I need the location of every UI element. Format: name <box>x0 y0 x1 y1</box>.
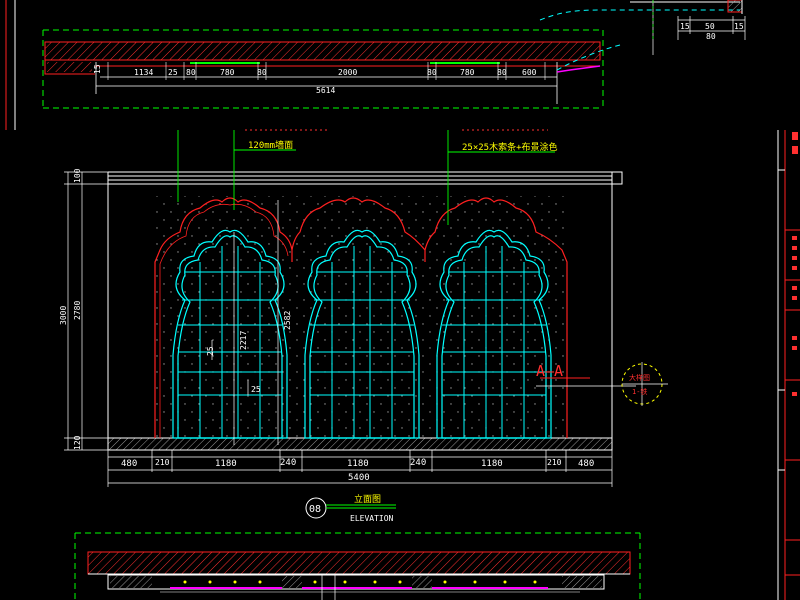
right-title-strip <box>777 130 800 600</box>
dim-210-right: 210 <box>547 458 562 467</box>
drawing-number: 08 <box>309 504 321 515</box>
callout-top: 大样图 <box>629 373 650 382</box>
dim-600: 600 <box>522 68 537 77</box>
dim-780-a: 780 <box>220 68 235 77</box>
dim-3000: 3000 <box>59 306 68 325</box>
drawing-subtitle: ELEVATION <box>350 514 394 523</box>
left-dimensions <box>64 171 108 451</box>
dim-25-inner-b: 25 <box>251 385 261 394</box>
dim-5400: 5400 <box>348 473 370 483</box>
dim-210-left: 210 <box>155 458 170 467</box>
dim-120: 120 <box>73 435 82 450</box>
dim-15-right-a: 15 <box>680 22 690 31</box>
callout-bottom: 1-铁 <box>632 387 647 396</box>
title-block: 08 立面图 ELEVATION <box>305 493 396 523</box>
bottom-plan <box>74 532 641 600</box>
note-wood-strip: 25×25木索条+布景涂色 <box>462 141 558 153</box>
dim-100: 100 <box>73 168 82 183</box>
dim-2217: 2217 <box>239 331 248 350</box>
elevation-frame <box>107 171 623 451</box>
dim-5614: 5614 <box>316 86 335 95</box>
note-wall: 120mm墙面 <box>248 139 293 151</box>
dim-80-b: 80 <box>257 68 267 77</box>
section-label: A—A <box>536 362 563 380</box>
dim-240-a: 240 <box>280 458 296 468</box>
dim-480-left: 480 <box>121 459 137 469</box>
dim-1180-a: 1180 <box>215 459 237 469</box>
top-plan-dimensions: 15 1134 25 80 780 80 2000 80 780 80 600 … <box>93 64 537 95</box>
dim-80-right: 80 <box>706 32 716 41</box>
dim-15-top: 15 <box>93 64 102 74</box>
dim-2582: 2582 <box>283 311 292 330</box>
dim-1134: 1134 <box>134 68 153 77</box>
left-border <box>5 0 16 130</box>
dim-1180-b: 1180 <box>347 459 369 469</box>
dim-2780: 2780 <box>73 301 82 320</box>
cad-drawing-canvas: 15 1134 25 80 780 80 2000 80 780 80 600 … <box>5 0 800 600</box>
drawing-title: 立面图 <box>354 493 381 505</box>
dim-80-c: 80 <box>427 68 437 77</box>
dim-15-right-b: 15 <box>734 22 744 31</box>
dim-80-a: 80 <box>186 68 196 77</box>
dim-80-d: 80 <box>497 68 507 77</box>
dim-25-top: 25 <box>168 68 178 77</box>
dim-240-b: 240 <box>410 458 426 468</box>
dim-25-inner-a: 25 <box>206 346 215 356</box>
dim-2000: 2000 <box>338 68 357 77</box>
dim-780-b: 780 <box>460 68 475 77</box>
dim-1180-c: 1180 <box>481 459 503 469</box>
detail-callout: 大样图 1-铁 <box>621 362 668 406</box>
dim-480-right: 480 <box>578 459 594 469</box>
dim-50-right: 50 <box>705 22 715 31</box>
